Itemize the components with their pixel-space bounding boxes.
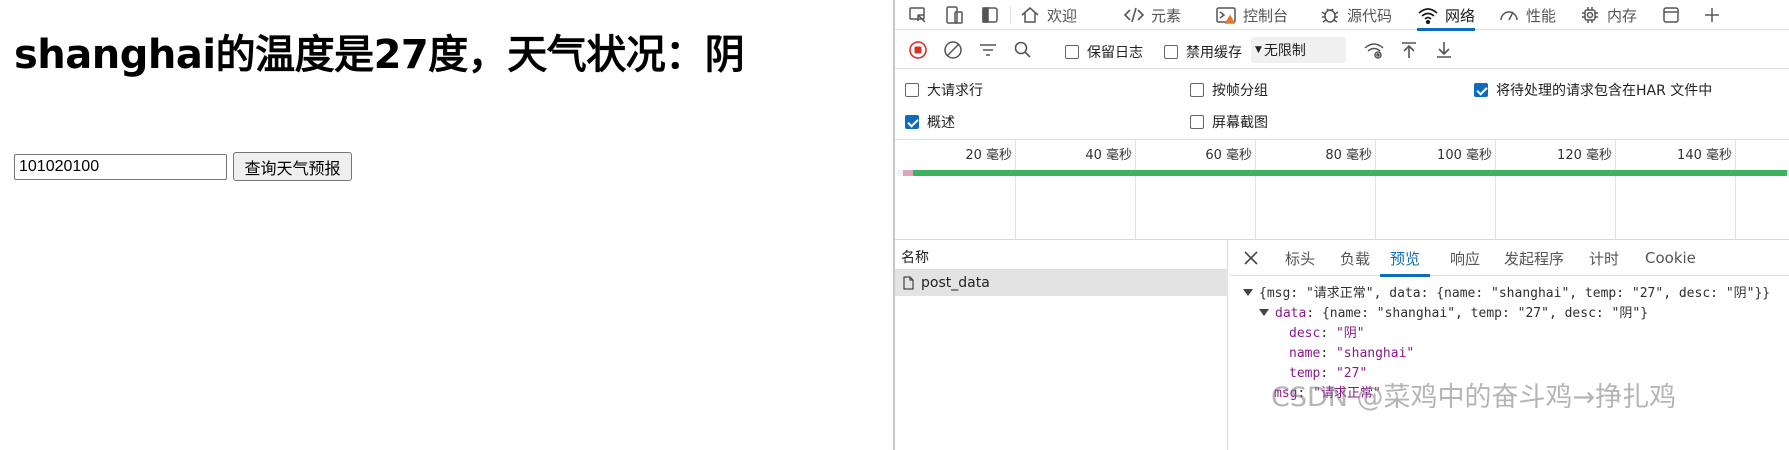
expand-triangle-icon[interactable] [1243, 289, 1253, 296]
chevron-down-icon: ▼ [1255, 45, 1262, 55]
dock-sidebar-icon[interactable] [979, 4, 1001, 26]
request-name: post_data [921, 275, 990, 291]
json-preview: {msg: "请求正常", data: {name: "shanghai", t… [1229, 284, 1789, 450]
code-brackets-icon [1123, 7, 1145, 23]
disable-cache-checkbox[interactable]: 禁用缓存 [1164, 42, 1242, 62]
wifi-icon [1418, 8, 1438, 25]
tab-payload[interactable]: 负载 [1340, 240, 1370, 276]
search-icon[interactable] [1012, 39, 1034, 61]
tab-performance[interactable]: 性能 [1498, 0, 1556, 30]
weather-heading: shanghai的温度是27度，天气状况：阴 [14, 32, 745, 78]
checkbox-box[interactable] [1190, 115, 1204, 129]
device-emulation-icon[interactable] [943, 4, 965, 26]
timeline-tick: 40 毫秒 [1085, 140, 1136, 240]
console-warning-icon [1216, 7, 1236, 24]
timeline-request-bar [913, 170, 1787, 176]
checkbox-box[interactable] [1474, 83, 1488, 97]
tab-console[interactable]: 控制台 [1215, 0, 1288, 30]
bug-icon [1321, 8, 1339, 23]
tab-network[interactable]: 网络 [1417, 0, 1476, 31]
inspect-element-icon[interactable] [907, 4, 929, 26]
overview-checkbox[interactable]: 概述 [905, 112, 955, 132]
request-details: 标头 负载 预览 响应 发起程序 计时 Cookie {msg: "请求正常",… [1229, 240, 1789, 450]
cpu-icon [1582, 7, 1598, 23]
checkbox-box[interactable] [1065, 45, 1079, 59]
network-settings: 大请求行 按帧分组 将待处理的请求包含在HAR 文件中 概述 屏幕截图 [895, 70, 1789, 140]
export-har-icon[interactable] [1433, 39, 1455, 61]
timeline-tick: 120 毫秒 [1557, 140, 1616, 240]
tab-response[interactable]: 响应 [1450, 240, 1480, 276]
city-code-input[interactable] [14, 154, 227, 180]
timeline-tick: 140 毫秒 [1677, 140, 1736, 240]
expand-triangle-icon[interactable] [1259, 309, 1269, 316]
timeline-tick: 60 毫秒 [1205, 140, 1256, 240]
group-by-frame-checkbox[interactable]: 按帧分组 [1190, 80, 1268, 100]
large-rows-checkbox[interactable]: 大请求行 [905, 80, 983, 100]
timeline-waiting-segment [903, 170, 913, 176]
json-desc-row: desc: "阴" [1289, 326, 1365, 341]
checkbox-box[interactable] [905, 115, 919, 129]
checkbox-box[interactable] [1164, 45, 1178, 59]
more-tools-icon[interactable] [1660, 4, 1682, 26]
gauge-icon [1500, 11, 1518, 21]
preserve-log-checkbox[interactable]: 保留日志 [1065, 42, 1143, 62]
checkbox-box[interactable] [1190, 83, 1204, 97]
request-row[interactable]: post_data [895, 270, 1228, 296]
filter-icon[interactable] [977, 39, 999, 61]
clear-log-icon[interactable] [942, 39, 964, 61]
name-column-header[interactable]: 名称 [895, 240, 1228, 270]
record-stop-icon[interactable] [907, 39, 929, 61]
timeline-tick: 100 毫秒 [1437, 140, 1496, 240]
page-content: shanghai的温度是27度，天气状况：阴 查询天气预报 [0, 0, 893, 450]
timeline-tick: 20 毫秒 [965, 140, 1016, 240]
network-overview-timeline[interactable]: 20 毫秒 40 毫秒 60 毫秒 80 毫秒 100 毫秒 120 毫秒 14… [895, 140, 1789, 240]
include-pending-har-checkbox[interactable]: 将待处理的请求包含在HAR 文件中 [1474, 80, 1712, 100]
tab-elements[interactable]: 元素 [1123, 0, 1181, 30]
import-har-icon[interactable] [1398, 39, 1420, 61]
tab-timing[interactable]: 计时 [1589, 240, 1619, 276]
json-data-row[interactable]: data: {name: "shanghai", temp: "27", des… [1259, 304, 1648, 324]
tabbar-divider [1010, 6, 1011, 24]
devtools-tabbar: 欢迎 元素 控制台 源代码 网络 性能 内存 [895, 0, 1789, 31]
add-tab-icon[interactable] [1701, 4, 1723, 26]
devtools-panel: 欢迎 元素 控制台 源代码 网络 性能 内存 保留日志 禁用缓存 ▼ 无限制 大… [895, 0, 1789, 450]
tab-welcome[interactable]: 欢迎 [1019, 0, 1077, 30]
json-name-row: name: "shanghai" [1289, 346, 1415, 361]
tab-headers[interactable]: 标头 [1285, 240, 1315, 276]
tab-initiator[interactable]: 发起程序 [1504, 240, 1564, 276]
network-conditions-icon[interactable] [1363, 39, 1385, 61]
timeline-tick: 80 毫秒 [1325, 140, 1376, 240]
network-toolbar: 保留日志 禁用缓存 ▼ 无限制 [895, 31, 1789, 69]
watermark: CSDN @菜鸡中的奋斗鸡→挣扎鸡 [1271, 382, 1677, 413]
request-list: 名称 post_data [895, 240, 1228, 450]
json-temp-row: temp: "27" [1289, 366, 1368, 381]
detail-tabbar: 标头 负载 预览 响应 发起程序 计时 Cookie [1229, 240, 1789, 277]
document-icon [903, 276, 914, 290]
tab-sources[interactable]: 源代码 [1319, 0, 1392, 30]
screenshots-checkbox[interactable]: 屏幕截图 [1190, 112, 1268, 132]
json-root-row[interactable]: {msg: "请求正常", data: {name: "shanghai", t… [1243, 284, 1770, 304]
tab-cookies[interactable]: Cookie [1645, 240, 1696, 276]
close-icon[interactable] [1241, 248, 1261, 268]
throttling-select[interactable]: ▼ 无限制 [1251, 37, 1346, 63]
query-weather-button[interactable]: 查询天气预报 [233, 152, 352, 181]
home-icon [1021, 7, 1039, 23]
checkbox-box[interactable] [905, 83, 919, 97]
tab-memory[interactable]: 内存 [1579, 0, 1637, 30]
tab-preview[interactable]: 预览 [1379, 240, 1431, 277]
